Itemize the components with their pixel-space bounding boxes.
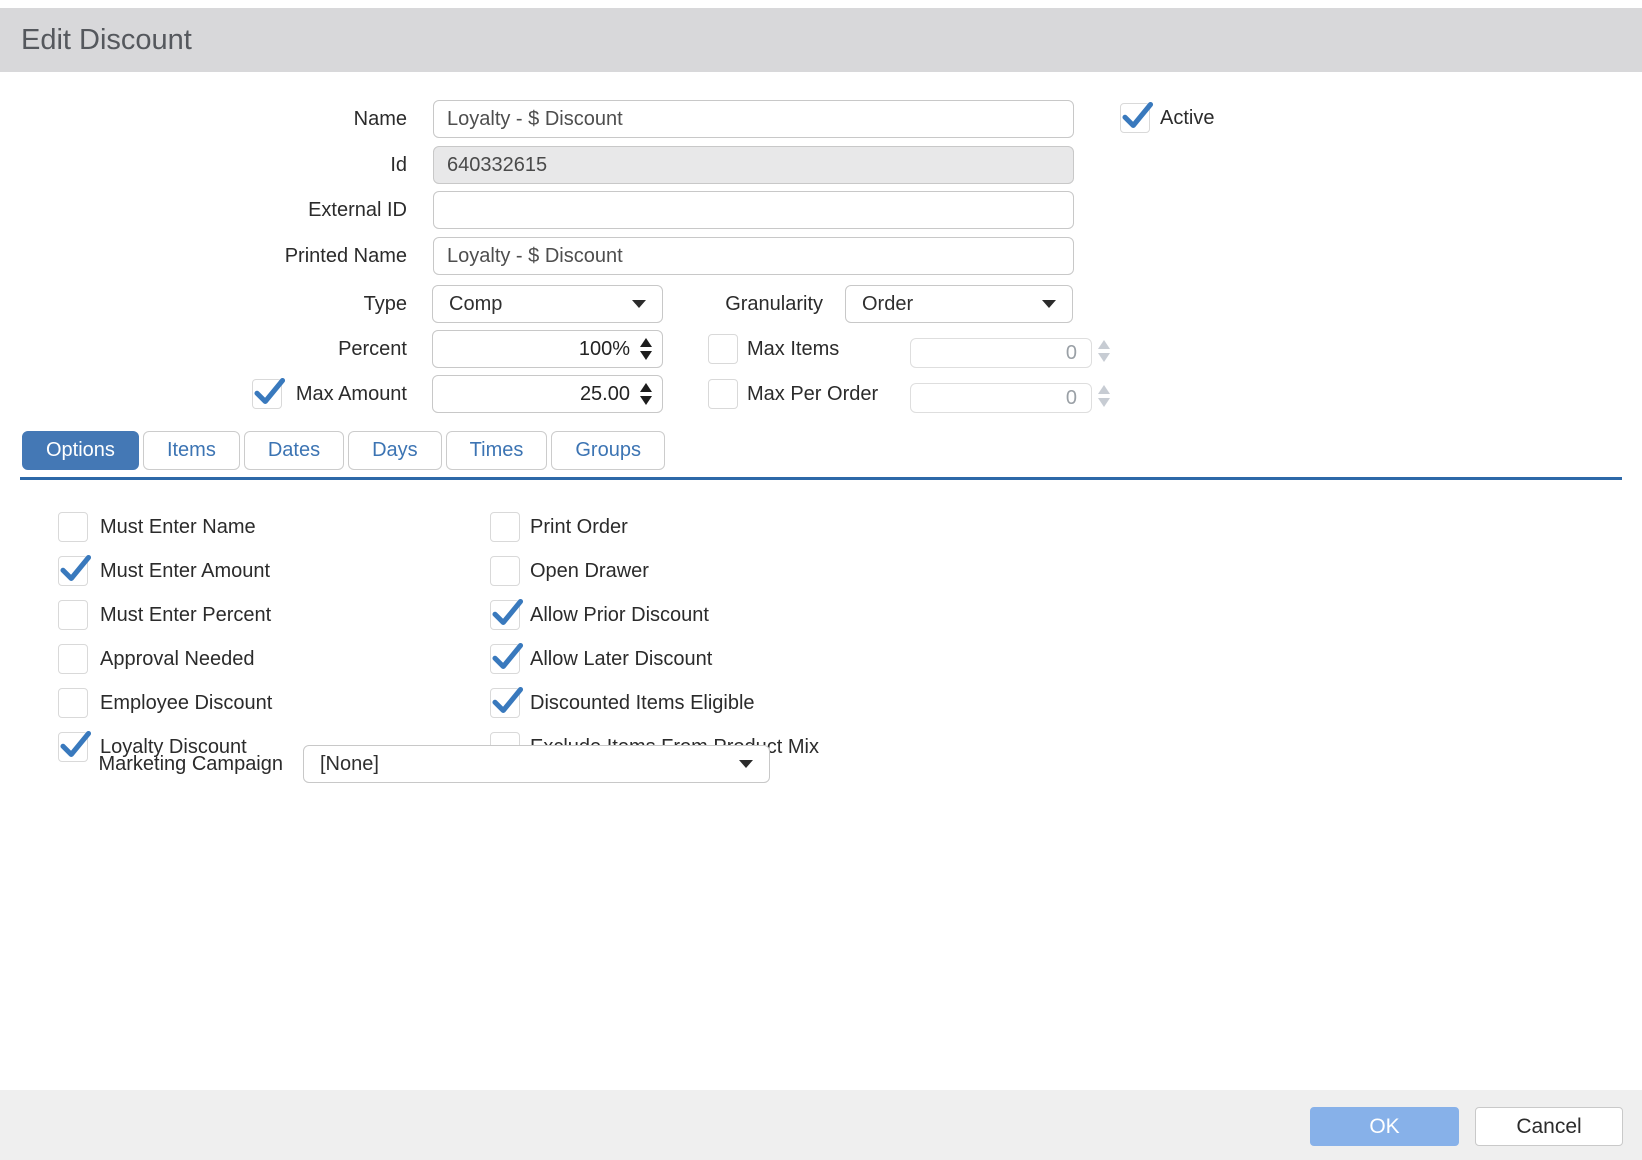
external-id-label: External ID	[0, 191, 407, 229]
checkbox-must-enter-amount[interactable]	[58, 556, 88, 586]
open-drawer-label: Open Drawer	[530, 556, 649, 586]
checkbox-approval-needed[interactable]	[58, 644, 88, 674]
tab-bar: Options Items Dates Days Times Groups	[22, 431, 665, 470]
tab-groups[interactable]: Groups	[551, 431, 665, 470]
external-id-input[interactable]	[433, 191, 1074, 229]
marketing-campaign-value: [None]	[320, 753, 379, 776]
spinner-arrows[interactable]	[640, 338, 652, 360]
type-select-value: Comp	[449, 293, 502, 316]
spinner-up-icon	[1098, 385, 1110, 394]
granularity-select[interactable]: Order	[845, 285, 1073, 323]
checkbox-employee-discount[interactable]	[58, 688, 88, 718]
spinner-down-icon[interactable]	[640, 396, 652, 405]
dialog-footer: OK Cancel	[0, 1090, 1642, 1160]
max-per-order-value: 0	[1066, 387, 1077, 410]
tab-divider	[20, 477, 1622, 480]
tab-options[interactable]: Options	[22, 431, 139, 470]
checkbox-active[interactable]	[1120, 103, 1150, 133]
percent-value: 100%	[579, 338, 630, 361]
max-amount-label: Max Amount	[0, 375, 407, 413]
active-label: Active	[1160, 103, 1214, 133]
tab-days[interactable]: Days	[348, 431, 442, 470]
spinner-up-icon[interactable]	[640, 383, 652, 392]
caret-down-icon	[739, 760, 753, 768]
must-enter-amount-label: Must Enter Amount	[100, 556, 270, 586]
max-items-stepper: 0	[910, 338, 1092, 368]
spinner-up-icon[interactable]	[640, 338, 652, 347]
checkbox-discounted-items-eligible[interactable]	[490, 688, 520, 718]
checkbox-must-enter-name[interactable]	[58, 512, 88, 542]
tab-dates[interactable]: Dates	[244, 431, 344, 470]
checkbox-max-per-order[interactable]	[708, 379, 738, 409]
must-enter-name-label: Must Enter Name	[100, 512, 256, 542]
check-icon	[489, 594, 525, 630]
type-label: Type	[0, 285, 407, 323]
checkbox-print-order[interactable]	[490, 512, 520, 542]
allow-prior-discount-label: Allow Prior Discount	[530, 600, 709, 630]
page-title: Edit Discount	[21, 8, 192, 72]
checkbox-must-enter-percent[interactable]	[58, 600, 88, 630]
check-icon	[489, 638, 525, 674]
marketing-campaign-label: Marketing Campaign	[0, 745, 283, 783]
employee-discount-label: Employee Discount	[100, 688, 272, 718]
checkbox-allow-later-discount[interactable]	[490, 644, 520, 674]
caret-down-icon	[1042, 300, 1056, 308]
granularity-select-value: Order	[862, 293, 913, 316]
name-label: Name	[0, 100, 407, 138]
checkbox-open-drawer[interactable]	[490, 556, 520, 586]
id-label: Id	[0, 146, 407, 184]
tab-items[interactable]: Items	[143, 431, 240, 470]
spinner-down-icon	[1098, 398, 1110, 407]
check-icon	[489, 682, 525, 718]
spinner-up-icon	[1098, 340, 1110, 349]
print-order-label: Print Order	[530, 512, 628, 542]
max-per-order-stepper: 0	[910, 383, 1092, 413]
edit-discount-dialog: Edit Discount Name Id External ID Printe…	[0, 0, 1642, 1160]
discounted-items-eligible-label: Discounted Items Eligible	[530, 688, 755, 718]
spinner-down-icon	[1098, 353, 1110, 362]
approval-needed-label: Approval Needed	[100, 644, 255, 674]
name-input[interactable]	[433, 100, 1074, 138]
max-per-order-label: Max Per Order	[747, 379, 878, 409]
max-amount-stepper[interactable]: 25.00	[432, 375, 663, 413]
id-input	[433, 146, 1074, 184]
dialog-header: Edit Discount	[0, 8, 1642, 72]
printed-name-input[interactable]	[433, 237, 1074, 275]
cancel-button[interactable]: Cancel	[1475, 1107, 1623, 1146]
spinner-down-icon[interactable]	[640, 351, 652, 360]
max-amount-value: 25.00	[580, 383, 630, 406]
max-items-label: Max Items	[747, 334, 839, 364]
printed-name-label: Printed Name	[0, 237, 407, 275]
percent-stepper[interactable]: 100%	[432, 330, 663, 368]
spinner-arrows	[1098, 340, 1110, 362]
must-enter-percent-label: Must Enter Percent	[100, 600, 271, 630]
granularity-label: Granularity	[600, 285, 823, 323]
ok-button[interactable]: OK	[1310, 1107, 1459, 1146]
check-icon	[57, 550, 93, 586]
marketing-campaign-select[interactable]: [None]	[303, 745, 770, 783]
max-items-value: 0	[1066, 342, 1077, 365]
checkbox-max-items[interactable]	[708, 334, 738, 364]
spinner-arrows[interactable]	[640, 383, 652, 405]
check-icon	[1119, 97, 1155, 133]
percent-label: Percent	[0, 330, 407, 368]
allow-later-discount-label: Allow Later Discount	[530, 644, 712, 674]
checkbox-allow-prior-discount[interactable]	[490, 600, 520, 630]
spinner-arrows	[1098, 385, 1110, 407]
tab-times[interactable]: Times	[446, 431, 548, 470]
